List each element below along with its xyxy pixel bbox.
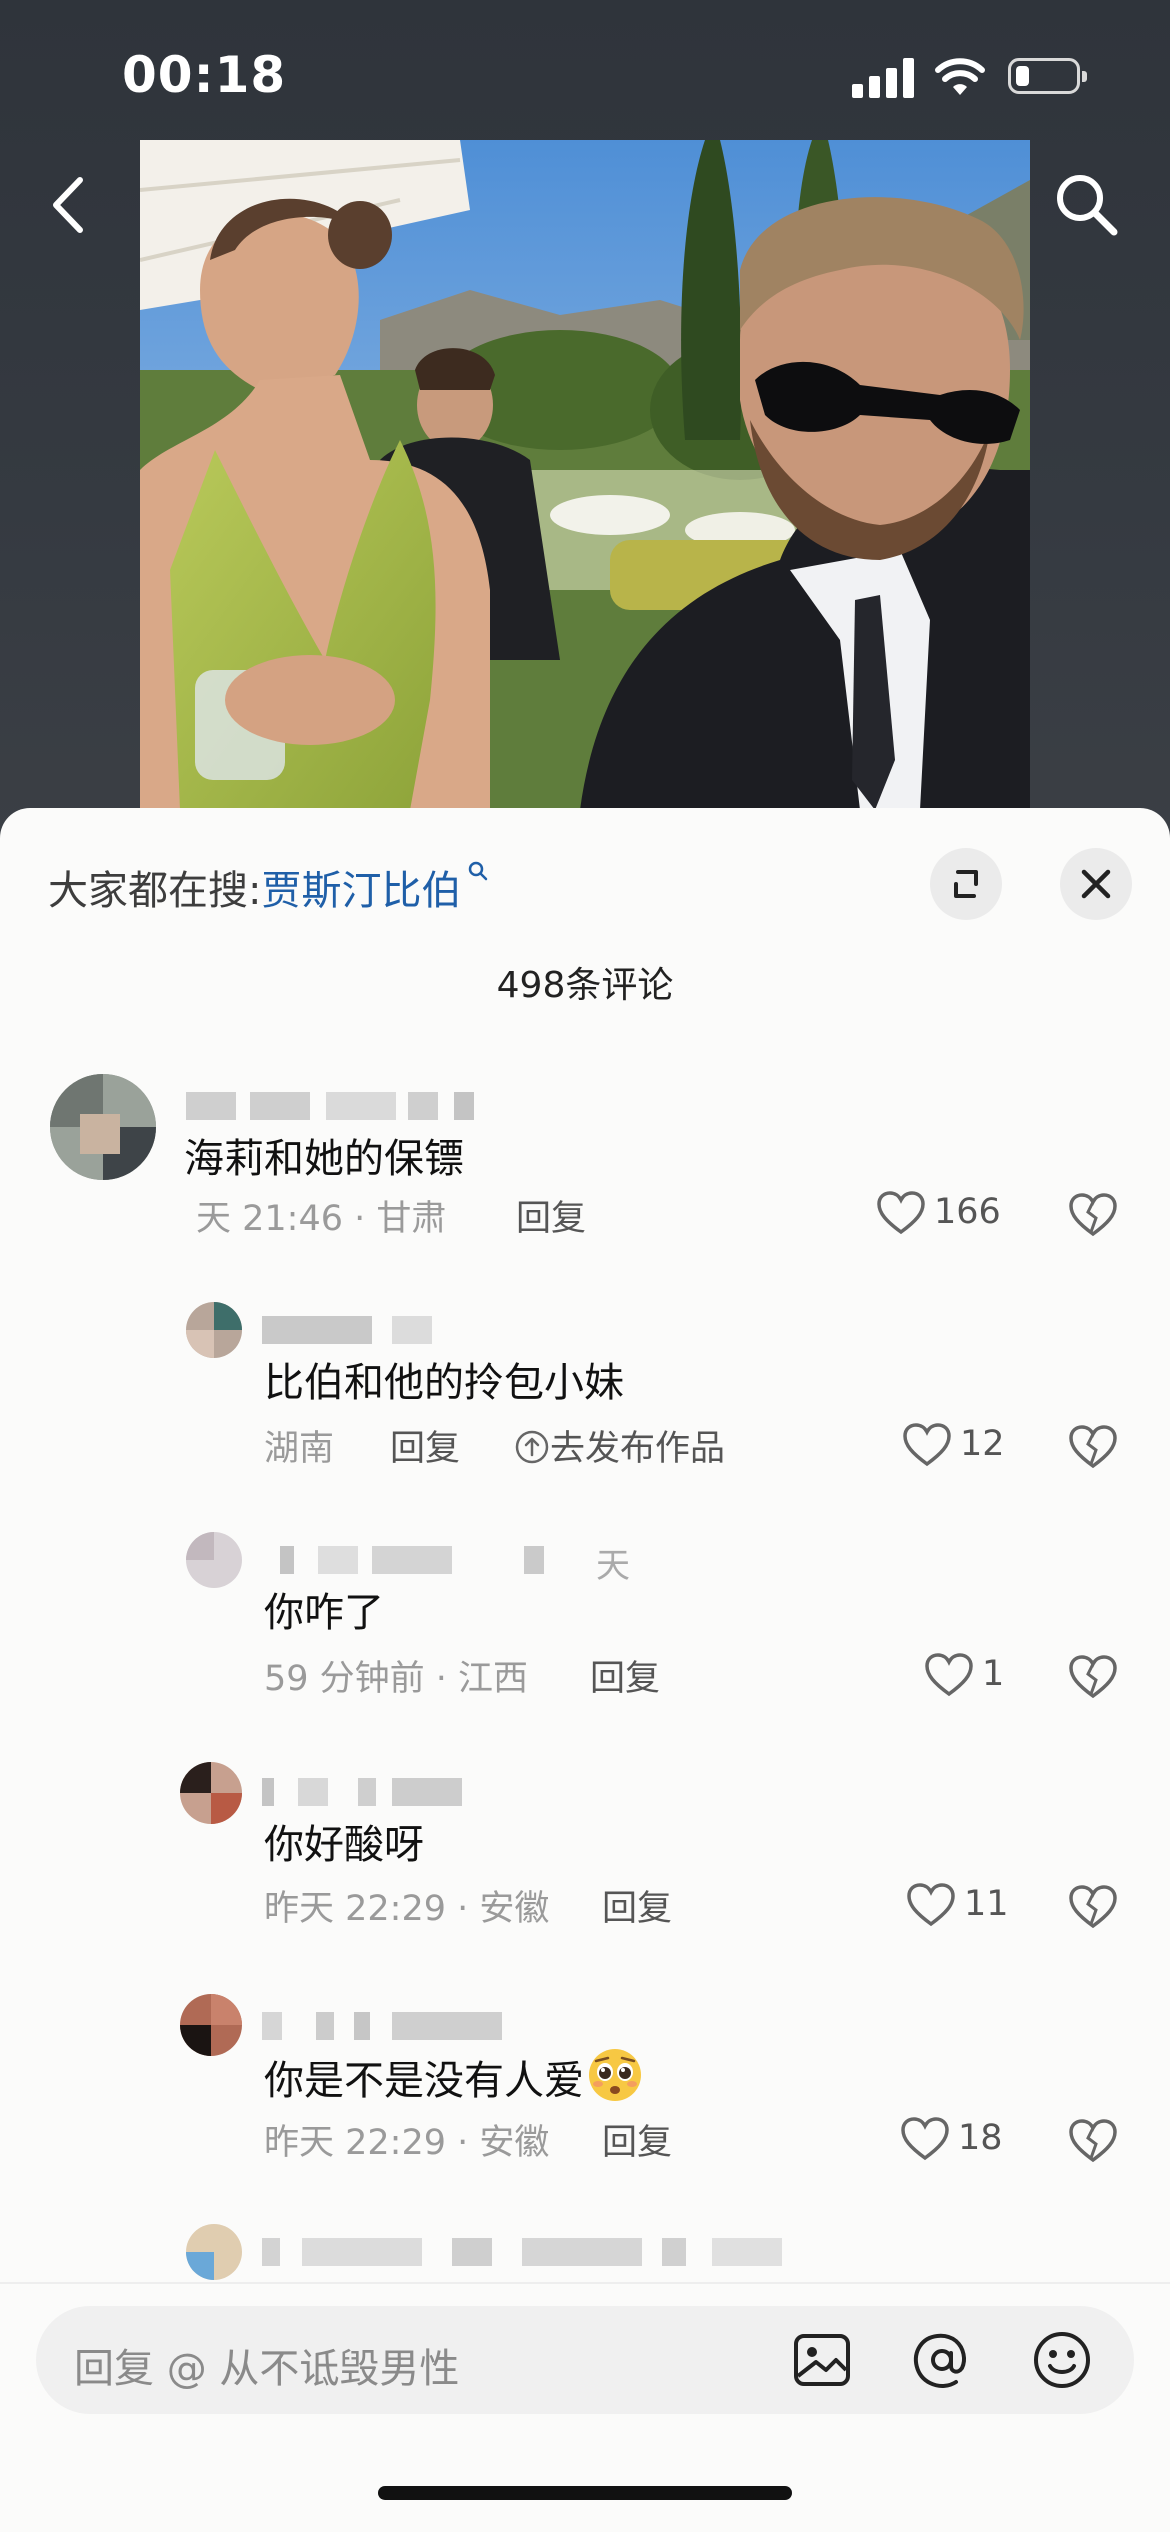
emoji-icon[interactable] [1028,2326,1096,2394]
heart-icon [925,1653,973,1697]
image-icon[interactable] [788,2326,856,2394]
heart-icon [877,1191,925,1235]
post-work-label: 去发布作品 [550,1429,726,1469]
like-count: 18 [958,2118,1003,2158]
username-redacted[interactable] [280,1546,580,1574]
expand-button[interactable] [930,848,1002,920]
pleading-face-emoji [589,2049,641,2101]
reply-input-placeholder: 回复 @ 从不诋毁男性 [74,2346,460,2392]
reply-button[interactable]: 回复 [602,2114,672,2165]
like-button[interactable]: 11 [906,1880,1009,1930]
like-count: 166 [934,1192,1001,1232]
reply-item: 天 你咋了 59 分钟前 · 江西 回复 1 [0,1532,1170,1699]
battery-fill [1016,66,1029,86]
avatar[interactable] [186,2224,242,2280]
broken-heart-icon[interactable] [1068,2116,1118,2166]
broken-heart-icon[interactable] [1068,1190,1118,1240]
comment-meta: 59 分钟前 · 江西 [264,1659,529,1699]
reply-button[interactable]: 回复 [602,1880,672,1931]
heart-icon [903,1423,951,1467]
comment-meta: 天 21:46 · 甘肃 [196,1199,447,1239]
status-time: 00:18 [122,46,287,104]
avatar[interactable] [186,1302,242,1358]
username-redacted[interactable] [186,1092,486,1120]
comment-count: 498条评论 [496,965,674,1006]
heart-icon [907,1883,955,1927]
broken-heart-icon[interactable] [1068,1882,1118,1932]
upload-icon [515,1430,549,1464]
status-bar: 00:18 [0,0,1170,150]
reply-button[interactable]: 回复 [590,1650,660,1701]
post-photo[interactable] [140,140,1030,810]
reply-item: 比伯和他的拎包小妹 湖南 回复 去发布作品 12 [0,1302,1170,1469]
like-button[interactable]: 18 [900,2114,1006,2164]
username-redacted[interactable] [262,1778,482,1806]
heart-icon [901,2117,949,2161]
comment-text: 你好酸呀 [264,1822,424,1868]
like-button[interactable]: 1 [924,1650,1006,1700]
close-button[interactable] [1060,848,1132,920]
wifi-icon [935,58,985,95]
broken-heart-icon[interactable] [1068,1652,1118,1702]
username-redacted[interactable] [262,2238,802,2266]
post-work-link[interactable]: 去发布作品 [514,1420,725,1471]
avatar[interactable] [180,1994,242,2056]
username-redacted[interactable] [262,1316,462,1344]
cellular-signal-icon [852,58,916,98]
comment-text: 海莉和她的保镖 [184,1136,464,1182]
comment-text: 你咋了 [264,1590,384,1636]
username-redacted[interactable] [262,2012,522,2040]
reply-button[interactable]: 回复 [390,1420,460,1471]
reply-input[interactable]: 回复 @ 从不诋毁男性 [36,2306,1134,2414]
avatar[interactable] [186,1532,242,1588]
comment-item: 海莉和她的保镖 天 21:46 · 甘肃 回复 166 [0,1074,1170,1239]
like-button[interactable]: 166 [876,1188,1006,1238]
like-count: 11 [964,1884,1009,1924]
comment-text: 你是不是没有人爱 [264,2046,644,2106]
trending-search[interactable]: 大家都在搜:贾斯汀比伯 [48,858,489,916]
reply-item: 你好酸呀 昨天 22:29 · 安徽 回复 11 [0,1762,1170,1929]
name-suffix: 天 [596,1546,630,1586]
at-icon[interactable] [908,2326,976,2394]
reply-item: 你是不是没有人爱 昨天 22:29 · 安徽 回复 18 [0,1994,1170,2163]
avatar[interactable] [180,1762,242,1824]
comment-meta: 昨天 22:29 · 安徽 [264,2123,550,2163]
trending-keyword[interactable]: 贾斯汀比伯 [261,868,461,914]
search-mini-icon [469,861,488,881]
expand-icon [954,870,978,898]
avatar[interactable] [50,1074,156,1180]
reply-item-partial [0,2224,1170,2280]
search-icon[interactable] [1050,168,1122,240]
trending-label: 大家都在搜: [48,868,262,914]
comment-text-content: 你是不是没有人爱 [264,2058,584,2104]
comment-sheet: 大家都在搜:贾斯汀比伯 498条评论 海莉和她的保镖 天 21:46 · 甘肃 … [0,808,1170,2532]
comment-meta: 昨天 22:29 · 安徽 [264,1889,550,1929]
home-indicator [378,2486,792,2500]
like-count: 12 [960,1424,1005,1464]
like-button[interactable]: 12 [902,1420,1006,1470]
close-icon [1081,869,1111,899]
battery-icon [1008,58,1087,94]
broken-heart-icon[interactable] [1068,1422,1118,1472]
comment-meta: 湖南 [264,1429,335,1469]
comment-text: 比伯和他的拎包小妹 [264,1360,624,1406]
reply-button[interactable]: 回复 [516,1190,586,1241]
like-count: 1 [982,1654,1005,1694]
back-icon[interactable] [40,170,100,240]
